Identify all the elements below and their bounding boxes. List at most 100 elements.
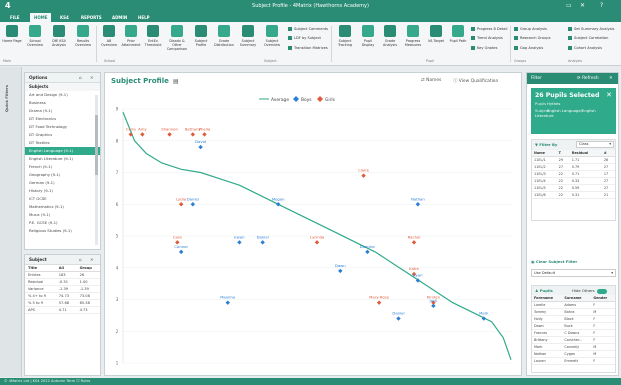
subject-list-item[interactable]: Mathematics (9-1) [25, 203, 100, 211]
set-summary-analysis-button[interactable]: Set Summary Analysis [568, 27, 614, 31]
print-icon[interactable]: ▤ [173, 78, 179, 85]
disadv-comparison-button[interactable]: Disadv & Other Comparison [165, 25, 189, 57]
data-point[interactable]: Rachel [408, 234, 421, 245]
class-row[interactable]: 11EL/1 29 1.71 26 [532, 156, 615, 164]
pupil-display-button[interactable]: Pupil Display [358, 25, 378, 57]
home-page-button[interactable]: Home Page [2, 25, 22, 57]
pin-icon[interactable]: ⌂ [79, 257, 82, 262]
close-panel-icon[interactable]: ✕ [90, 257, 94, 262]
scrollbar[interactable] [95, 95, 98, 245]
pupil-row[interactable]: Tommy Bahra M [532, 308, 615, 316]
close-icon[interactable]: ✕ [580, 2, 585, 9]
pupil-row[interactable]: Brittany Caruther... F [532, 336, 615, 344]
close-panel-icon[interactable]: ✕ [90, 75, 94, 80]
data-point[interactable]: Ewan [234, 234, 245, 245]
data-point[interactable]: Dominic [360, 244, 376, 255]
subject-comments-button[interactable]: Subject Comments [288, 27, 328, 31]
data-point[interactable]: Amy [138, 126, 147, 137]
subject-overview-button[interactable]: Subject Overview [261, 25, 283, 57]
pupil-row[interactable]: Holly Black F [532, 315, 615, 323]
subject-list-item[interactable]: English Language (9-1) [25, 147, 100, 155]
transition-matrices-button[interactable]: Transition Matrices [288, 46, 328, 50]
progress-8-detail-button[interactable]: Progress 8 Detail [471, 27, 508, 31]
data-point[interactable]: Daniel [187, 196, 199, 207]
tab-help[interactable]: HELP [134, 13, 154, 22]
pupil-row[interactable]: Frances C Downs F [532, 329, 615, 337]
school-overview-button[interactable]: School Overview [24, 25, 46, 57]
data-point[interactable]: Daniel [257, 234, 269, 245]
tab-file[interactable]: FILE [6, 13, 24, 22]
pupil-row[interactable]: Lauren Emmett F [532, 357, 615, 365]
group-analysis-button[interactable]: Group Analysis [514, 27, 547, 31]
results-overview-button[interactable]: Results Overview [72, 25, 94, 57]
stat-row[interactable]: Entries 183 26 [25, 271, 100, 279]
class-dropdown[interactable]: Class ▾ [576, 141, 614, 148]
subject-list-item[interactable]: Art and Design (9-1) [25, 91, 100, 99]
stat-row[interactable]: Residual -0.51 1.00 [25, 278, 100, 286]
scrollbar-thumb[interactable] [95, 115, 98, 175]
pupil-row[interactable]: Mark Connelly M [532, 343, 615, 351]
pupil-path-button[interactable]: Pupil Path [448, 25, 468, 57]
data-point[interactable]: Phelia [199, 126, 210, 137]
names-toggle[interactable]: ⇄ Names [421, 78, 441, 83]
hide-others-toggle[interactable]: Hide Others [572, 288, 607, 294]
stat-row[interactable]: APS 4.71 4.73 [25, 306, 100, 314]
gap-analysis-button[interactable]: Gap Analysis [514, 46, 543, 50]
key-grades-button[interactable]: Key Grades [471, 46, 498, 50]
subject-list-item[interactable]: English Literature (9-1) [25, 155, 100, 163]
data-point[interactable]: David [195, 139, 207, 150]
data-point[interactable]: Lydia [176, 196, 186, 207]
prior-attainment-button[interactable]: Prior Attainment [121, 25, 141, 57]
stat-row[interactable]: Variance -1.39 -1.39 [25, 285, 100, 293]
subject-list-item[interactable]: ICT GCSE [25, 195, 100, 203]
minimize-icon[interactable]: ▭ [566, 2, 572, 9]
subject-list-item[interactable]: DT Textiles [25, 139, 100, 147]
entex-threshold-button[interactable]: EntEx Threshold [143, 25, 163, 57]
va-target-button[interactable]: VA Target [426, 25, 446, 57]
tab-admin[interactable]: ADMIN [108, 13, 131, 22]
data-point[interactable]: Connor [174, 244, 188, 255]
close-icon[interactable]: ✕ [609, 76, 613, 81]
subject-list-item[interactable]: Drama (9-1) [25, 107, 100, 115]
class-row[interactable]: 11EL/4 22 0.33 27 [532, 177, 615, 185]
pupil-row[interactable]: Dawn Buck F [532, 322, 615, 330]
toggle-switch[interactable] [596, 288, 607, 294]
subject-list-item[interactable]: Music (9-1) [25, 211, 100, 219]
tab-home[interactable]: HOME [30, 13, 52, 22]
subject-list-item[interactable]: Religious Studies (9-1) [25, 227, 100, 235]
subject-list-item[interactable]: History (9-1) [25, 187, 100, 195]
tab-reports[interactable]: REPORTS [77, 13, 106, 22]
subject-list-item[interactable]: Geography (9-1) [25, 171, 100, 179]
stat-row[interactable]: % 5 to 9 57.68 65.38 [25, 299, 100, 307]
use-default-dropdown[interactable]: Use Default ▾ [531, 269, 616, 277]
class-row[interactable]: 11EL/3 22 0.71 17 [532, 170, 615, 178]
subject-list-item[interactable]: DT Food Technology [25, 123, 100, 131]
quick-filters-strip[interactable]: Quick Filters [0, 67, 22, 377]
grade-distribution-button[interactable]: Grade Distribution [213, 25, 235, 57]
data-point[interactable]: Megan [272, 196, 285, 207]
subject-list-item[interactable]: P.E. GCSE (9-1) [25, 219, 100, 227]
subject-list-item[interactable]: DT Electronics [25, 115, 100, 123]
subject-list-item[interactable]: German (9-1) [25, 179, 100, 187]
subject-profile-button[interactable]: Subject Profile [191, 25, 211, 57]
subject-tracking-button[interactable]: Subject Tracking [334, 25, 356, 57]
class-row[interactable]: 11EL/2 27 0.79 27 [532, 163, 615, 171]
help-icon[interactable]: ? [600, 2, 603, 9]
subject-correlation-button[interactable]: Subject Correlation [568, 36, 608, 40]
data-point[interactable]: Daniel [392, 311, 405, 321]
cohort-analysis-button[interactable]: Cohort Analysis [568, 46, 602, 50]
tab-ks4[interactable]: KS4 [56, 13, 73, 22]
trend-analysis-button[interactable]: Trend Analysis [471, 36, 503, 40]
refresh-button[interactable]: ⟳ Refresh [577, 76, 599, 81]
pupil-row[interactable]: Lorelle Adams F [532, 301, 615, 309]
subject-list-item[interactable]: DT Graphics [25, 131, 100, 139]
data-point[interactable]: Lucinda [310, 234, 325, 245]
pupil-row[interactable]: Nathan Cygan M [532, 350, 615, 358]
subject-summary-button[interactable]: Subject Summary [237, 25, 259, 57]
data-point[interactable]: Nathan [411, 196, 425, 207]
class-row[interactable]: 11EL/6 22 0.31 21 [532, 191, 615, 199]
subject-profile-chart[interactable]: Average Boys Girls 9 8 7 6 5 4 3 2 1 Carla Amy Shann… [109, 91, 519, 371]
dfe-ks4-button[interactable]: DfE KS4 Analysis [48, 25, 70, 57]
progress-measures-button[interactable]: Progress Measures [402, 25, 424, 57]
research-groups-button[interactable]: Research Groups [514, 36, 550, 40]
